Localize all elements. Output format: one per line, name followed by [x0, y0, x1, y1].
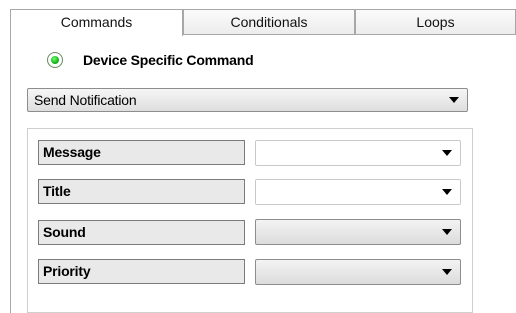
tab-commands[interactable]: Commands — [10, 9, 183, 36]
command-select-value: Send Notification — [34, 92, 137, 108]
chevron-down-icon[interactable] — [442, 269, 452, 275]
tab-loops-label: Loops — [416, 14, 455, 30]
message-select[interactable] — [255, 140, 461, 166]
chevron-down-icon[interactable] — [442, 150, 452, 156]
message-label: Message — [38, 140, 245, 165]
device-specific-command-option[interactable]: Device Specific Command — [47, 49, 254, 71]
tab-commands-label: Commands — [60, 14, 133, 30]
title-select[interactable] — [255, 179, 461, 205]
tab-conditionals[interactable]: Conditionals — [183, 9, 355, 34]
command-select[interactable]: Send Notification — [27, 88, 468, 112]
action-editor-window: Commands Conditionals Loops Device Speci… — [0, 0, 516, 313]
chevron-down-icon[interactable] — [442, 189, 452, 195]
priority-select[interactable] — [255, 259, 461, 285]
chevron-down-icon[interactable] — [442, 229, 452, 235]
chevron-down-icon[interactable] — [449, 97, 459, 103]
title-label: Title — [38, 179, 245, 204]
sound-label: Sound — [38, 220, 245, 245]
device-specific-command-label: Device Specific Command — [83, 52, 254, 68]
tab-strip: Commands Conditionals Loops — [10, 9, 516, 36]
tab-panel-left-border — [10, 34, 11, 313]
tab-conditionals-label: Conditionals — [230, 14, 308, 30]
priority-label: Priority — [38, 259, 245, 284]
radio-button-selected-icon[interactable] — [47, 52, 63, 68]
sound-select[interactable] — [255, 219, 461, 245]
tab-loops[interactable]: Loops — [355, 9, 516, 34]
